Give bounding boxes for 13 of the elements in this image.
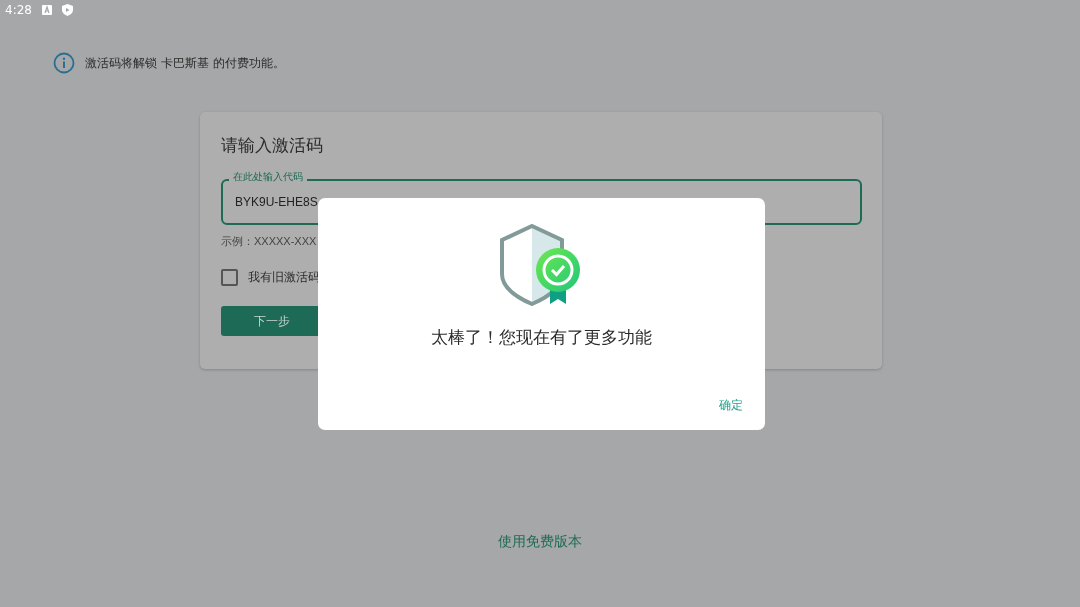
checkbox[interactable] (221, 269, 238, 286)
field-label: 在此处输入代码 (229, 170, 307, 184)
ok-button[interactable]: 确定 (715, 393, 747, 418)
shield-icon (61, 4, 73, 16)
dialog-message: 太棒了！您现在有了更多功能 (431, 326, 652, 349)
card-title: 请输入激活码 (221, 134, 324, 157)
notice-text: 激活码将解锁 卡巴斯基 的付费功能。 (85, 54, 285, 72)
info-icon (53, 52, 75, 74)
field-value: BYK9U-EHE8S (235, 195, 318, 209)
status-time: 4:28 (5, 3, 32, 17)
app-icon (41, 5, 52, 15)
free-version-link[interactable]: 使用免费版本 (498, 533, 582, 549)
example-hint: 示例：XXXXX-XXX (221, 234, 318, 249)
